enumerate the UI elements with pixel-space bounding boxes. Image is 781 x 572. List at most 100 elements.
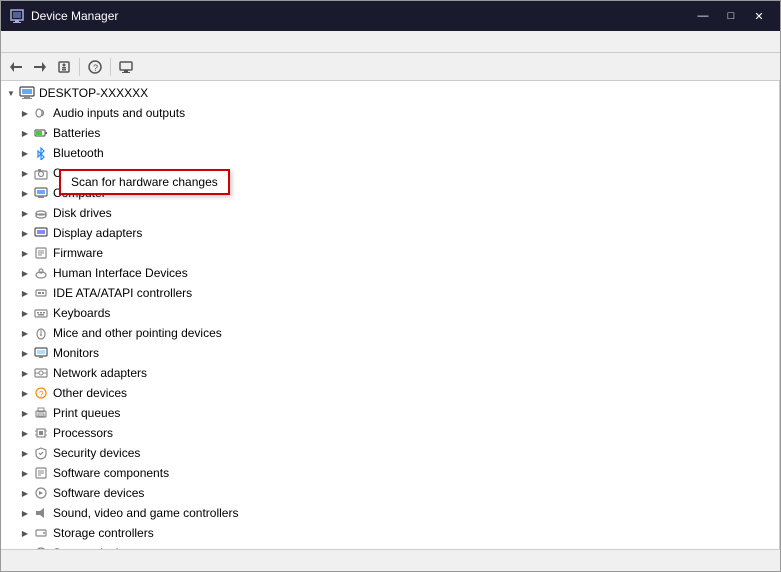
sound-icon — [33, 505, 49, 521]
item-label: Display adapters — [53, 226, 142, 240]
expand-icon[interactable]: ▶ — [17, 525, 33, 541]
printer-icon — [33, 405, 49, 421]
expand-icon[interactable]: ▶ — [17, 385, 33, 401]
item-label: Monitors — [53, 346, 99, 360]
item-label: Storage controllers — [53, 526, 154, 540]
expand-icon[interactable]: ▶ — [17, 205, 33, 221]
expand-icon[interactable]: ▶ — [17, 145, 33, 161]
expand-icon[interactable]: ▶ — [17, 325, 33, 341]
toolbar-divider-2 — [110, 58, 111, 76]
svg-text:?: ? — [39, 390, 44, 399]
expand-icon[interactable]: ▶ — [17, 245, 33, 261]
list-item[interactable]: ▶ IDE ATA/ATAPI controllers — [1, 283, 779, 303]
expand-icon[interactable]: ▶ — [17, 545, 33, 549]
item-label: System devices — [53, 546, 137, 549]
computer-icon — [19, 85, 35, 101]
back-button[interactable] — [5, 56, 27, 78]
app-icon — [9, 8, 25, 24]
audio-icon — [33, 105, 49, 121]
expand-root[interactable]: ▼ — [3, 85, 19, 101]
window-title: Device Manager — [31, 9, 118, 23]
root-label: DESKTOP-XXXXXX — [39, 86, 148, 100]
processor-icon — [33, 425, 49, 441]
item-label: Network adapters — [53, 366, 147, 380]
list-item[interactable]: ▶ System devices — [1, 543, 779, 549]
expand-icon[interactable]: ▶ — [17, 285, 33, 301]
expand-icon[interactable]: ▶ — [17, 105, 33, 121]
item-label: Other devices — [53, 386, 127, 400]
hid-icon — [33, 265, 49, 281]
item-label: Batteries — [53, 126, 100, 140]
expand-icon[interactable]: ▶ — [17, 465, 33, 481]
list-item[interactable]: ▶ Batteries — [1, 123, 779, 143]
list-item[interactable]: ▶ Display adapters — [1, 223, 779, 243]
item-label: Disk drives — [53, 206, 112, 220]
system-icon — [33, 545, 49, 549]
expand-icon[interactable]: ▶ — [17, 265, 33, 281]
close-button[interactable]: ✕ — [746, 6, 772, 26]
list-item[interactable]: ▶ Processors — [1, 423, 779, 443]
list-item[interactable]: ▶ Sound, video and game controllers — [1, 503, 779, 523]
expand-icon[interactable]: ▶ — [17, 405, 33, 421]
computer-item-icon — [33, 185, 49, 201]
toolbar: ? — [1, 53, 780, 81]
expand-icon[interactable]: ▶ — [17, 425, 33, 441]
expand-icon[interactable]: ▶ — [17, 225, 33, 241]
list-item[interactable]: ▶ Keyboards — [1, 303, 779, 323]
storage-icon — [33, 525, 49, 541]
expand-icon[interactable]: ▶ — [17, 485, 33, 501]
minimize-button[interactable]: — — [690, 6, 716, 26]
other-icon: ? — [33, 385, 49, 401]
expand-icon[interactable]: ▶ — [17, 445, 33, 461]
software-devices-icon — [33, 485, 49, 501]
list-item[interactable]: ▶ Audio inputs and outputs — [1, 103, 779, 123]
list-item[interactable]: ▶ Bluetooth — [1, 143, 779, 163]
list-item[interactable]: ▶ Storage controllers — [1, 523, 779, 543]
network-icon — [33, 365, 49, 381]
forward-button[interactable] — [29, 56, 51, 78]
content-area: Scan for hardware changes ▼ DESKTOP-XXXX… — [1, 81, 780, 549]
item-label: Software components — [53, 466, 169, 480]
expand-icon[interactable]: ▶ — [17, 165, 33, 181]
list-item[interactable]: ▶ Firmware — [1, 243, 779, 263]
expand-icon[interactable]: ▶ — [17, 505, 33, 521]
list-item[interactable]: ▶ Mice and other pointing devices — [1, 323, 779, 343]
item-label: Software devices — [53, 486, 144, 500]
monitor-icon — [33, 345, 49, 361]
item-label: Security devices — [53, 446, 140, 460]
item-label: Keyboards — [53, 306, 110, 320]
properties-button[interactable] — [53, 56, 75, 78]
list-item[interactable]: ▶ Security devices — [1, 443, 779, 463]
tooltip-text: Scan for hardware changes — [71, 175, 218, 189]
list-item[interactable]: ▶ Network adapters — [1, 363, 779, 383]
device-manager-window: Device Manager — □ ✕ — [0, 0, 781, 572]
list-item[interactable]: ▶ Software devices — [1, 483, 779, 503]
item-label: IDE ATA/ATAPI controllers — [53, 286, 192, 300]
list-item[interactable]: ▶ Disk drives — [1, 203, 779, 223]
list-item[interactable]: ▶ Monitors — [1, 343, 779, 363]
display-button[interactable] — [115, 56, 137, 78]
list-item[interactable]: ▶ Print queues — [1, 403, 779, 423]
item-label: Audio inputs and outputs — [53, 106, 185, 120]
camera-icon — [33, 165, 49, 181]
expand-icon[interactable]: ▶ — [17, 365, 33, 381]
expand-icon[interactable]: ▶ — [17, 185, 33, 201]
window-controls: — □ ✕ — [690, 6, 772, 26]
help-button[interactable]: ? — [84, 56, 106, 78]
tree-root[interactable]: ▼ DESKTOP-XXXXXX — [1, 83, 779, 103]
ide-icon — [33, 285, 49, 301]
svg-text:?: ? — [93, 63, 98, 73]
tree-panel[interactable]: Scan for hardware changes ▼ DESKTOP-XXXX… — [1, 81, 780, 549]
item-label: Mice and other pointing devices — [53, 326, 222, 340]
expand-icon[interactable]: ▶ — [17, 305, 33, 321]
maximize-button[interactable]: □ — [718, 6, 744, 26]
keyboard-icon — [33, 305, 49, 321]
item-label: Print queues — [53, 406, 120, 420]
display-icon — [33, 225, 49, 241]
item-label: Bluetooth — [53, 146, 104, 160]
expand-icon[interactable]: ▶ — [17, 125, 33, 141]
expand-icon[interactable]: ▶ — [17, 345, 33, 361]
list-item[interactable]: ▶ Software components — [1, 463, 779, 483]
list-item[interactable]: ▶ Human Interface Devices — [1, 263, 779, 283]
list-item[interactable]: ▶ ? Other devices — [1, 383, 779, 403]
